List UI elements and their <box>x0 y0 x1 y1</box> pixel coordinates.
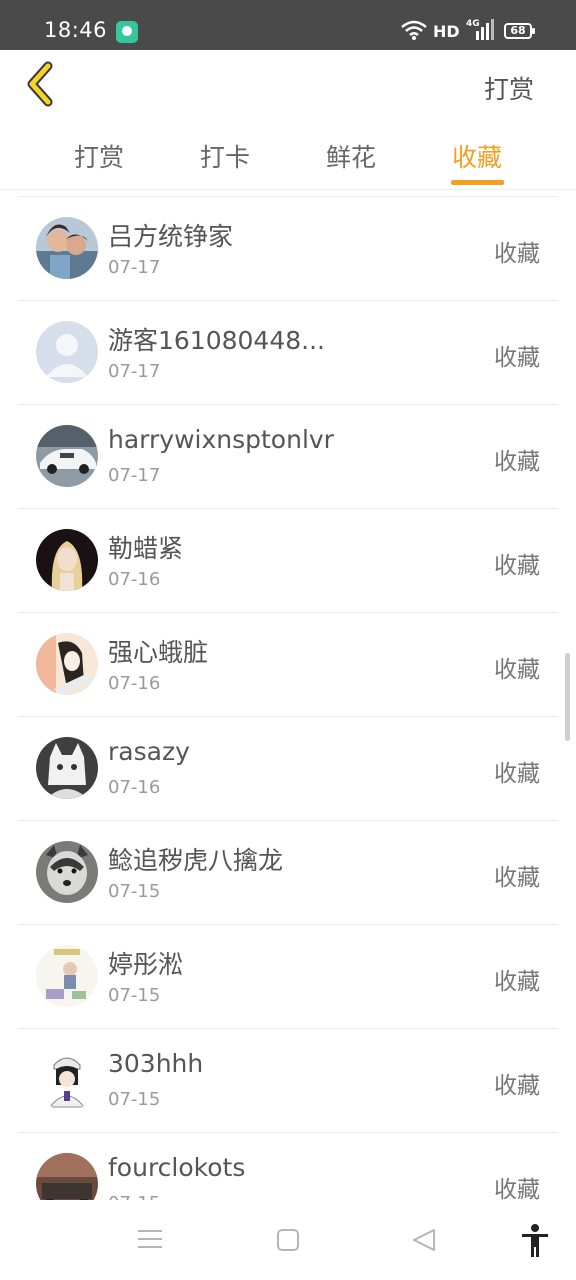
avatar <box>36 633 98 695</box>
user-name: 游客161080448... <box>108 326 325 355</box>
tab-bar: 打赏 打卡 鲜花 收藏 <box>0 120 576 190</box>
list-item[interactable]: 吕方统铮家 07-17 收藏 <box>18 197 558 301</box>
favorites-list[interactable]: 吕方统铮家 07-17 收藏 游客161080448... 07-17 收藏 h… <box>18 196 558 1200</box>
item-type-label: 收藏 <box>494 865 540 891</box>
user-name: 强心蛾脏 <box>108 638 209 667</box>
list-item[interactable]: 鲶追秽虎八擒龙 07-15 收藏 <box>18 821 558 925</box>
user-name: 鲶追秽虎八擒龙 <box>108 846 284 875</box>
user-name: 勒蜡紧 <box>108 534 184 563</box>
list-item[interactable]: fourclokots 07-15 收藏 <box>18 1133 558 1200</box>
item-date: 07-15 <box>108 881 161 902</box>
list-item[interactable]: harrywixnsptonlvr 07-17 收藏 <box>18 405 558 509</box>
home-square-icon[interactable] <box>277 1229 299 1251</box>
avatar <box>36 321 98 383</box>
item-date: 07-16 <box>108 569 161 590</box>
user-name: 吕方统铮家 <box>108 222 234 251</box>
system-nav-bar <box>0 1200 576 1280</box>
avatar <box>36 1049 98 1111</box>
back-triangle-icon[interactable] <box>412 1228 436 1252</box>
list-item[interactable]: 303hhh 07-15 收藏 <box>18 1029 558 1133</box>
item-type-label: 收藏 <box>494 1073 540 1099</box>
avatar <box>36 945 98 1007</box>
tab-reward[interactable]: 打赏 <box>59 138 139 174</box>
item-type-label: 收藏 <box>494 1177 540 1200</box>
avatar <box>36 737 98 799</box>
item-date: 07-17 <box>108 257 161 278</box>
avatar <box>36 529 98 591</box>
status-time: 18:46 <box>44 18 108 42</box>
item-type-label: 收藏 <box>494 657 540 683</box>
avatar <box>36 217 98 279</box>
avatar <box>36 841 98 903</box>
item-date: 07-15 <box>108 1193 160 1200</box>
tab-checkin[interactable]: 打卡 <box>185 138 265 174</box>
wifi-icon <box>401 20 427 40</box>
user-name: 婷彤淞 <box>108 950 184 979</box>
tab-favorites[interactable]: 收藏 <box>437 138 517 174</box>
item-type-label: 收藏 <box>494 241 540 267</box>
item-date: 07-15 <box>108 985 161 1006</box>
list-item[interactable]: rasazy 07-16 收藏 <box>18 717 558 821</box>
item-date: 07-17 <box>108 361 161 382</box>
list-item[interactable]: 强心蛾脏 07-16 收藏 <box>18 613 558 717</box>
item-date: 07-16 <box>108 777 161 798</box>
app-notification-icon <box>116 21 138 43</box>
battery-icon: 68 <box>504 23 535 39</box>
user-name: fourclokots <box>108 1153 246 1182</box>
list-item[interactable]: 婷彤淞 07-15 收藏 <box>18 925 558 1029</box>
item-type-label: 收藏 <box>494 761 540 787</box>
list-item[interactable]: 游客161080448... 07-17 收藏 <box>18 301 558 405</box>
item-type-label: 收藏 <box>494 553 540 579</box>
reward-button[interactable]: 打赏 <box>484 70 534 106</box>
item-date: 07-15 <box>108 1089 161 1110</box>
avatar <box>36 1153 98 1200</box>
item-date: 07-16 <box>108 673 161 694</box>
item-type-label: 收藏 <box>494 969 540 995</box>
scrollbar[interactable] <box>565 653 570 741</box>
item-type-label: 收藏 <box>494 345 540 371</box>
item-date: 07-17 <box>108 465 161 486</box>
back-button[interactable] <box>22 60 62 110</box>
tab-flowers[interactable]: 鲜花 <box>311 138 391 174</box>
list-item[interactable]: 勒蜡紧 07-16 收藏 <box>18 509 558 613</box>
status-bar: 18:46 HD 4G 68 <box>0 0 576 50</box>
chevron-left-icon <box>27 61 53 107</box>
user-name: rasazy <box>108 737 190 766</box>
menu-icon[interactable] <box>138 1228 162 1250</box>
user-name: harrywixnsptonlvr <box>108 425 334 454</box>
hd-indicator: HD <box>433 22 460 41</box>
user-name: 303hhh <box>108 1049 204 1078</box>
accessibility-icon[interactable] <box>521 1224 549 1258</box>
item-type-label: 收藏 <box>494 449 540 475</box>
avatar <box>36 425 98 487</box>
active-tab-indicator <box>451 180 504 185</box>
signal-icon <box>476 19 494 40</box>
header: 打赏 <box>0 50 576 120</box>
